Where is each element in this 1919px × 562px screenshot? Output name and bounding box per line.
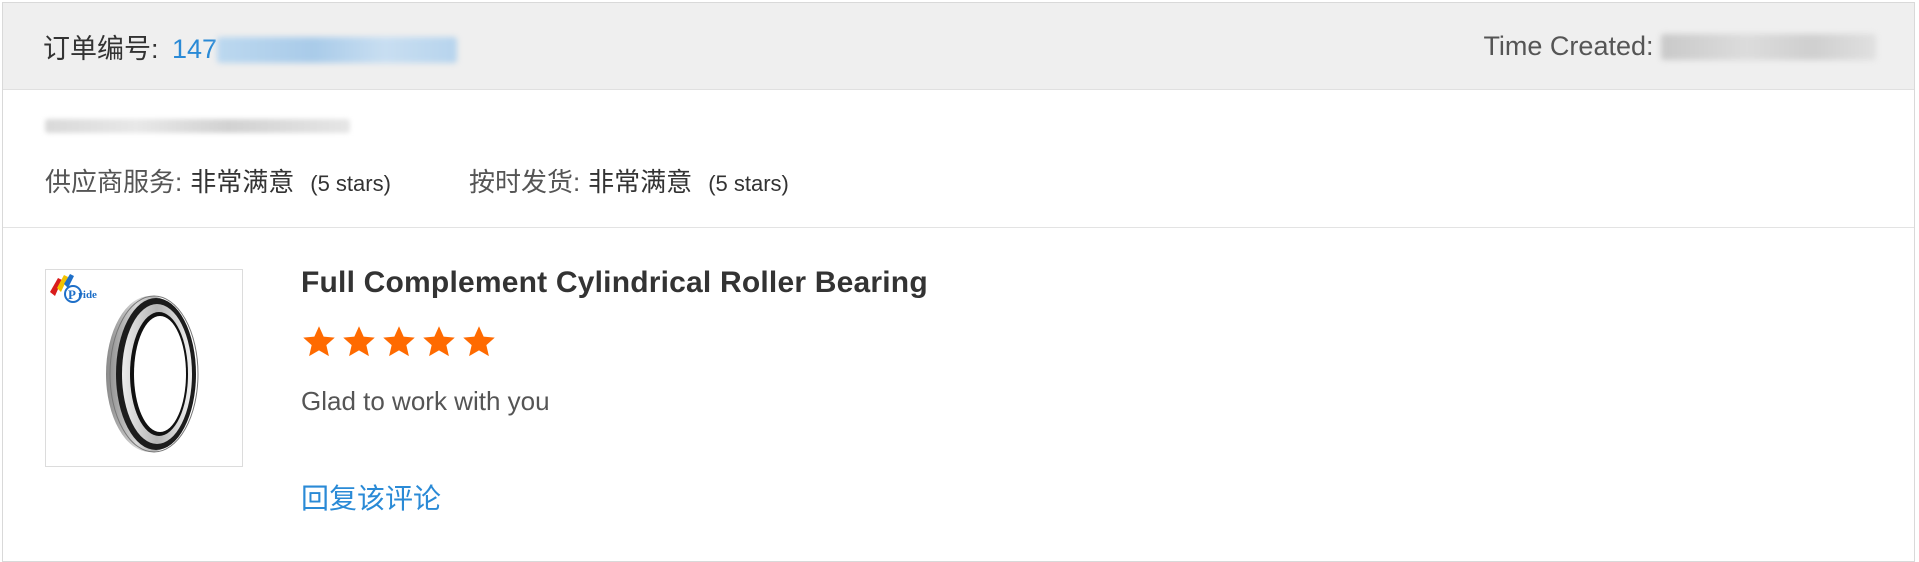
svg-text:ride: ride [78,289,97,301]
rating-label: 供应商服务: [45,167,183,197]
rating-stars-text: (5 stars) [708,171,789,196]
order-number-visible: 147 [172,33,218,64]
product-star-rating [301,324,497,360]
rating-value: 非常满意 [588,167,693,197]
rating-value: 非常满意 [190,167,295,197]
review-comment: Glad to work with you [301,386,550,416]
time-created-group: Time Created: [1483,31,1876,62]
product-review: P ride Full Complement Cylindrical Rolle… [3,228,1914,548]
star-icon [423,326,455,357]
svg-text:P: P [68,287,76,302]
time-created-label: Time Created: [1483,30,1661,61]
bearing-image: P ride [50,274,199,453]
product-title[interactable]: Full Complement Cylindrical Roller Beari… [301,266,928,300]
buyer-name-redacted [45,119,350,133]
star-icon [463,326,495,357]
review-card: 订单编号: 147 Time Created: 供应商服务: 非常满意 (5 s… [2,2,1915,562]
rating-stars-text: (5 stars) [310,171,391,196]
order-header: 订单编号: 147 Time Created: [3,3,1914,90]
product-thumbnail[interactable]: P ride [45,269,243,467]
buyer-ratings-section: 供应商服务: 非常满意 (5 stars) 按时发货: 非常满意 (5 star… [3,90,1914,228]
star-icon [303,326,335,357]
reply-review-link[interactable]: 回复该评论 [301,477,441,517]
star-icon [343,326,375,357]
rating-label: 按时发货: [468,167,581,197]
brand-logo: P ride [50,274,97,303]
order-number-redacted [217,37,458,64]
rating-on-time-delivery: 按时发货: 非常满意 (5 stars) [469,162,789,199]
seller-ratings: 供应商服务: 非常满意 (5 stars) 按时发货: 非常满意 (5 star… [45,162,867,199]
order-number-label: 订单编号: [43,33,167,64]
rating-supplier-service: 供应商服务: 非常满意 (5 stars) [45,162,391,199]
star-icon [383,326,415,357]
time-created-redacted [1661,34,1876,61]
order-number-group: 订单编号: 147 [43,27,458,66]
order-number-link[interactable]: 147 [172,33,458,65]
